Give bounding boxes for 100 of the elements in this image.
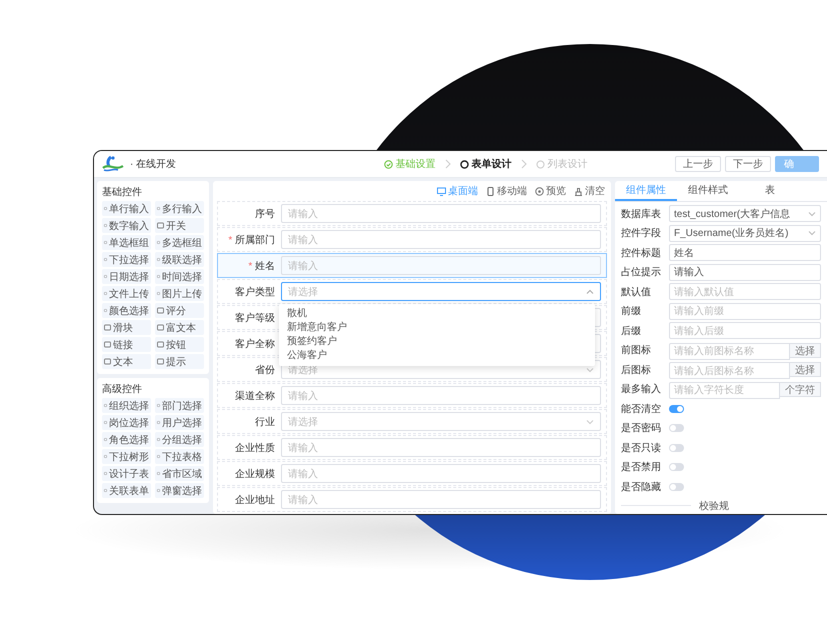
dropdown-option[interactable]: 预签约客户	[279, 335, 595, 349]
control-tile[interactable]: 单行输入	[102, 201, 151, 216]
input-field[interactable]: 请输入	[669, 264, 821, 281]
form-row[interactable]: 企业性质 请输入	[217, 435, 607, 460]
panel-tab[interactable]: 表	[739, 181, 801, 201]
input-field[interactable]: 姓名	[669, 244, 821, 262]
control-tile[interactable]: 弹窗选择	[155, 483, 204, 498]
field-label: 序号	[254, 208, 276, 220]
select-button[interactable]: 选择	[790, 342, 821, 358]
box-icon	[157, 222, 164, 229]
box-icon	[157, 487, 160, 494]
control-tile[interactable]: 分组选择	[155, 432, 204, 447]
box-icon	[104, 436, 107, 443]
select-field[interactable]: test_customer(大客户信息	[669, 205, 821, 222]
control-tile[interactable]: 关联表单	[102, 483, 151, 498]
toolbar-button[interactable]: 清空	[574, 184, 605, 198]
box-icon	[157, 453, 160, 460]
control-tile[interactable]: 设计子表	[102, 466, 151, 481]
control-tile[interactable]: 角色选择	[102, 432, 151, 447]
control-tile[interactable]: 多选框组	[155, 235, 204, 250]
select-field[interactable]: F_Username(业务员姓名)	[669, 224, 821, 242]
box-icon	[104, 324, 111, 331]
toggle-switch[interactable]	[669, 424, 684, 432]
box-icon	[157, 256, 160, 263]
control-tile[interactable]: 省市区域	[155, 466, 204, 481]
box-icon	[104, 487, 107, 494]
control-tile[interactable]: 下拉选择	[102, 252, 151, 267]
eye-icon	[535, 186, 544, 196]
control-tile[interactable]: 级联选择	[155, 252, 204, 267]
control-tile[interactable]: 用户选择	[155, 415, 204, 430]
box-icon	[157, 436, 160, 443]
form-row[interactable]: 序号 请输入	[217, 201, 607, 226]
property-label: 后图标	[621, 364, 652, 377]
box-icon	[157, 307, 164, 314]
panel-tab[interactable]: 组件样式	[677, 181, 739, 201]
toggle-switch[interactable]	[669, 404, 684, 413]
control-tile[interactable]: 下拉表格	[155, 449, 204, 464]
control-tile[interactable]: 图片上传	[155, 286, 204, 301]
property-label: 控件字段	[621, 226, 662, 240]
box-icon	[157, 239, 160, 246]
field-label: 客户等级	[234, 312, 276, 324]
control-tile[interactable]: 开关	[155, 218, 204, 233]
control-tile[interactable]: 富文本	[155, 320, 204, 335]
control-tile[interactable]: 按钮	[155, 337, 204, 352]
control-tile[interactable]: 提示	[155, 354, 204, 369]
step[interactable]: 表单设计	[460, 157, 512, 171]
caret-down-icon	[586, 418, 594, 424]
control-tile[interactable]: 下拉树形	[102, 449, 151, 464]
section-title: 基础控件	[102, 186, 143, 200]
toggle-switch[interactable]	[669, 482, 684, 491]
box-icon	[157, 273, 160, 280]
control-tile[interactable]: 文本	[102, 354, 151, 369]
field-label: 企业性质	[234, 442, 276, 454]
caret-down-icon	[808, 210, 816, 217]
control-tile[interactable]: 日期选择	[102, 269, 151, 284]
toolbar-button[interactable]: 预览	[535, 184, 566, 198]
toggle-switch[interactable]	[669, 463, 684, 472]
phone-icon	[486, 186, 495, 196]
app-title: · 在线开发	[130, 158, 176, 171]
control-tile[interactable]: 多行输入	[155, 201, 204, 216]
control-tile[interactable]: 组织选择	[102, 398, 151, 413]
view-mode-tab[interactable]: 移动端	[486, 184, 527, 198]
step-button[interactable]: 下一步	[725, 156, 771, 172]
control-tile[interactable]: 岗位选择	[102, 415, 151, 430]
field-label: 企业规模	[234, 468, 276, 480]
control-tile[interactable]: 单选框组	[102, 235, 151, 250]
box-icon	[104, 358, 111, 365]
dropdown-option[interactable]: 新增意向客户	[279, 321, 595, 335]
property-label: 能否清空	[621, 402, 662, 416]
control-tile[interactable]: 时间选择	[155, 269, 204, 284]
form-row[interactable]: 行业 请选择	[217, 409, 607, 434]
form-row[interactable]: 企业地址 请输入	[217, 487, 607, 512]
control-tile[interactable]: 颜色选择	[102, 303, 151, 318]
field-label: 客户全称	[234, 338, 276, 350]
field-label: 客户类型	[234, 286, 276, 298]
form-row[interactable]: 渠道全称 请输入	[217, 383, 607, 408]
property-label: 最多输入	[621, 382, 662, 396]
control-tile[interactable]: 链接	[102, 337, 151, 352]
caret-down-icon	[586, 366, 594, 372]
box-icon	[157, 324, 164, 331]
section-divider-title: 校验规	[699, 500, 729, 512]
control-tile[interactable]: 滑块	[102, 320, 151, 335]
property-label: 前缀	[621, 305, 642, 318]
chevron-icon	[520, 159, 528, 169]
form-row[interactable]: * 姓名 请输入	[217, 253, 607, 278]
control-tile[interactable]: 数字输入	[102, 218, 151, 233]
property-label: 是否只读	[621, 442, 662, 455]
circle-icon	[536, 160, 545, 168]
property-label: 控件标题	[621, 246, 662, 260]
control-tile[interactable]: 文件上传	[102, 286, 151, 301]
control-tile[interactable]: 部门选择	[155, 398, 204, 413]
select-button[interactable]: 选择	[790, 362, 821, 378]
step-button[interactable]: 上一步	[675, 156, 721, 172]
dropdown-option[interactable]: 散机	[279, 307, 595, 321]
form-row[interactable]: * 所属部门 请输入	[217, 227, 607, 252]
toggle-switch[interactable]	[669, 444, 684, 452]
form-row[interactable]: 企业规模 请输入	[217, 461, 607, 486]
check-circle-icon	[384, 160, 393, 168]
control-tile[interactable]: 评分	[155, 303, 204, 318]
box-icon	[157, 402, 160, 409]
